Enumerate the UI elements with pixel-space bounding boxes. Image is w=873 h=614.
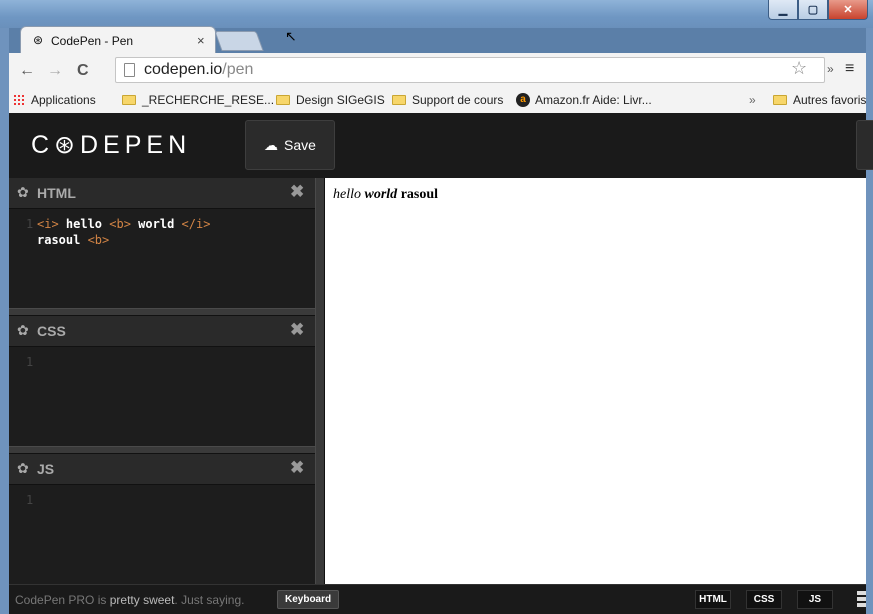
url-host: codepen.io (144, 61, 223, 78)
line-number: 1 (26, 355, 34, 369)
menu-icon[interactable]: ≡ (845, 60, 854, 78)
html-editor-pane: ✿ HTML ✖ 1 <i> hello <b> world </i> raso… (9, 178, 315, 308)
codepen-header: C⊛DEPEN ☁ Save (9, 113, 873, 178)
preview-output: hello world rasoul (333, 187, 438, 203)
bookmark-design-sigegis[interactable]: Design SIGeGIS (276, 93, 385, 107)
pro-promo-text[interactable]: CodePen PRO is pretty sweet. Just saying… (15, 593, 244, 607)
tab-title: CodePen - Pen (51, 34, 134, 48)
gear-icon[interactable]: ✿ (17, 184, 29, 201)
url-text: codepen.io/pen (144, 61, 253, 79)
window-frame-right (866, 28, 873, 614)
folder-icon (392, 95, 406, 105)
close-icon[interactable]: ✖ (290, 458, 304, 478)
bookmark-label: Amazon.fr Aide: Livr... (535, 93, 652, 107)
url-path: /pen (222, 61, 254, 78)
gear-icon[interactable]: ✿ (17, 322, 29, 339)
line-number: 1 (26, 217, 34, 231)
folder-icon (276, 95, 290, 105)
folder-icon (773, 95, 787, 105)
gear-icon[interactable]: ✿ (17, 460, 29, 477)
forward-icon[interactable]: → (47, 62, 63, 80)
address-bar[interactable]: codepen.io/pen (115, 57, 825, 83)
window-controls: ▁ ▢ ✕ (768, 0, 868, 20)
bookmark-star-icon[interactable]: ☆ (791, 58, 807, 79)
bookmark-label: Design SIGeGIS (296, 93, 385, 107)
bookmark-amazon[interactable]: a Amazon.fr Aide: Livr... (516, 93, 652, 107)
bookmark-applications[interactable]: Applications (13, 93, 96, 107)
layout-icon[interactable] (857, 591, 866, 608)
header-right-button[interactable] (856, 120, 873, 170)
toggle-css-button[interactable]: CSS (746, 590, 782, 609)
codepen-footer: CodePen PRO is pretty sweet. Just saying… (9, 584, 866, 614)
promo-start: CodePen PRO is (15, 593, 110, 607)
toggle-html-button[interactable]: HTML (695, 590, 731, 609)
preview-bold-italic: world (364, 187, 398, 202)
code-tag: </i> (181, 217, 211, 231)
css-editor-pane: ✿ CSS ✖ 1 (9, 316, 315, 446)
html-pane-title: HTML (37, 185, 76, 201)
bookmark-support-de-cours[interactable]: Support de cours (392, 93, 503, 107)
browser-tab[interactable]: ⊛ CodePen - Pen × (20, 26, 216, 54)
minimize-button[interactable]: ▁ (768, 0, 798, 20)
folder-icon (122, 95, 136, 105)
save-label: Save (284, 137, 316, 153)
bookmark-label: Support de cours (412, 93, 504, 107)
page-icon (124, 63, 135, 77)
cloud-icon: ☁ (264, 136, 279, 153)
code-text: rasoul (37, 233, 88, 247)
code-line: rasoul <b> (37, 232, 109, 248)
result-preview[interactable]: hello world rasoul (325, 178, 866, 584)
pane-resizer[interactable] (9, 308, 315, 316)
bookmark-label: Autres favoris (793, 93, 867, 107)
amazon-icon: a (516, 93, 530, 107)
bookmark-recherche[interactable]: _RECHERCHE_RESE... (122, 93, 274, 107)
close-icon[interactable]: ✖ (290, 182, 304, 202)
bookmarks-bar: Applications _RECHERCHE_RESE... Design S… (9, 88, 866, 114)
js-pane-title: JS (37, 461, 55, 477)
window-frame-left (0, 28, 9, 614)
js-pane-header: ✿ JS ✖ (9, 454, 315, 485)
close-icon[interactable]: ✖ (290, 320, 304, 340)
html-pane-header: ✿ HTML ✖ (9, 178, 315, 209)
css-pane-header: ✿ CSS ✖ (9, 316, 315, 347)
browser-toolbar: ← → C codepen.io/pen ☆ » ≡ (9, 53, 866, 89)
new-tab-button[interactable] (214, 31, 264, 51)
codepen-favicon-icon: ⊛ (32, 33, 44, 47)
line-number: 1 (26, 493, 34, 507)
bookmark-label: _RECHERCHE_RESE... (142, 93, 275, 107)
mouse-cursor-icon: ↖ (285, 28, 297, 44)
code-line: <i> hello <b> world </i> (37, 216, 210, 232)
code-tag: <i> (37, 217, 59, 231)
code-text: hello (58, 217, 110, 231)
maximize-button[interactable]: ▢ (798, 0, 828, 20)
bookmark-other-favorites[interactable]: Autres favoris (773, 93, 866, 107)
code-tag: <b> (109, 217, 131, 231)
code-text: world (130, 217, 182, 231)
extensions-chevron-icon[interactable]: » (827, 62, 834, 76)
tab-close-icon[interactable]: × (197, 33, 205, 48)
codepen-logo[interactable]: C⊛DEPEN (31, 130, 191, 160)
editor-preview-resizer[interactable] (315, 178, 325, 584)
promo-bold: pretty sweet (109, 593, 175, 607)
promo-end: . Just saying. (174, 593, 245, 607)
close-window-button[interactable]: ✕ (828, 0, 868, 20)
save-button[interactable]: ☁ Save (245, 120, 335, 170)
editors-column: ✿ HTML ✖ 1 <i> hello <b> world </i> raso… (9, 178, 315, 584)
keyboard-button[interactable]: Keyboard (277, 590, 340, 609)
window-titlebar (0, 0, 873, 28)
pane-resizer[interactable] (9, 446, 315, 454)
toggle-js-button[interactable]: JS (797, 590, 833, 609)
bookmarks-more-button[interactable]: » (749, 93, 756, 107)
code-tag: <b> (87, 233, 110, 247)
apps-icon (13, 93, 26, 107)
js-editor-pane: ✿ JS ✖ 1 (9, 454, 315, 584)
css-pane-title: CSS (37, 323, 66, 339)
back-icon[interactable]: ← (19, 62, 35, 80)
preview-italic: hello (333, 187, 365, 202)
bookmark-label: Applications (31, 93, 96, 107)
preview-bold: rasoul (397, 187, 439, 202)
reload-icon[interactable]: C (77, 62, 89, 80)
